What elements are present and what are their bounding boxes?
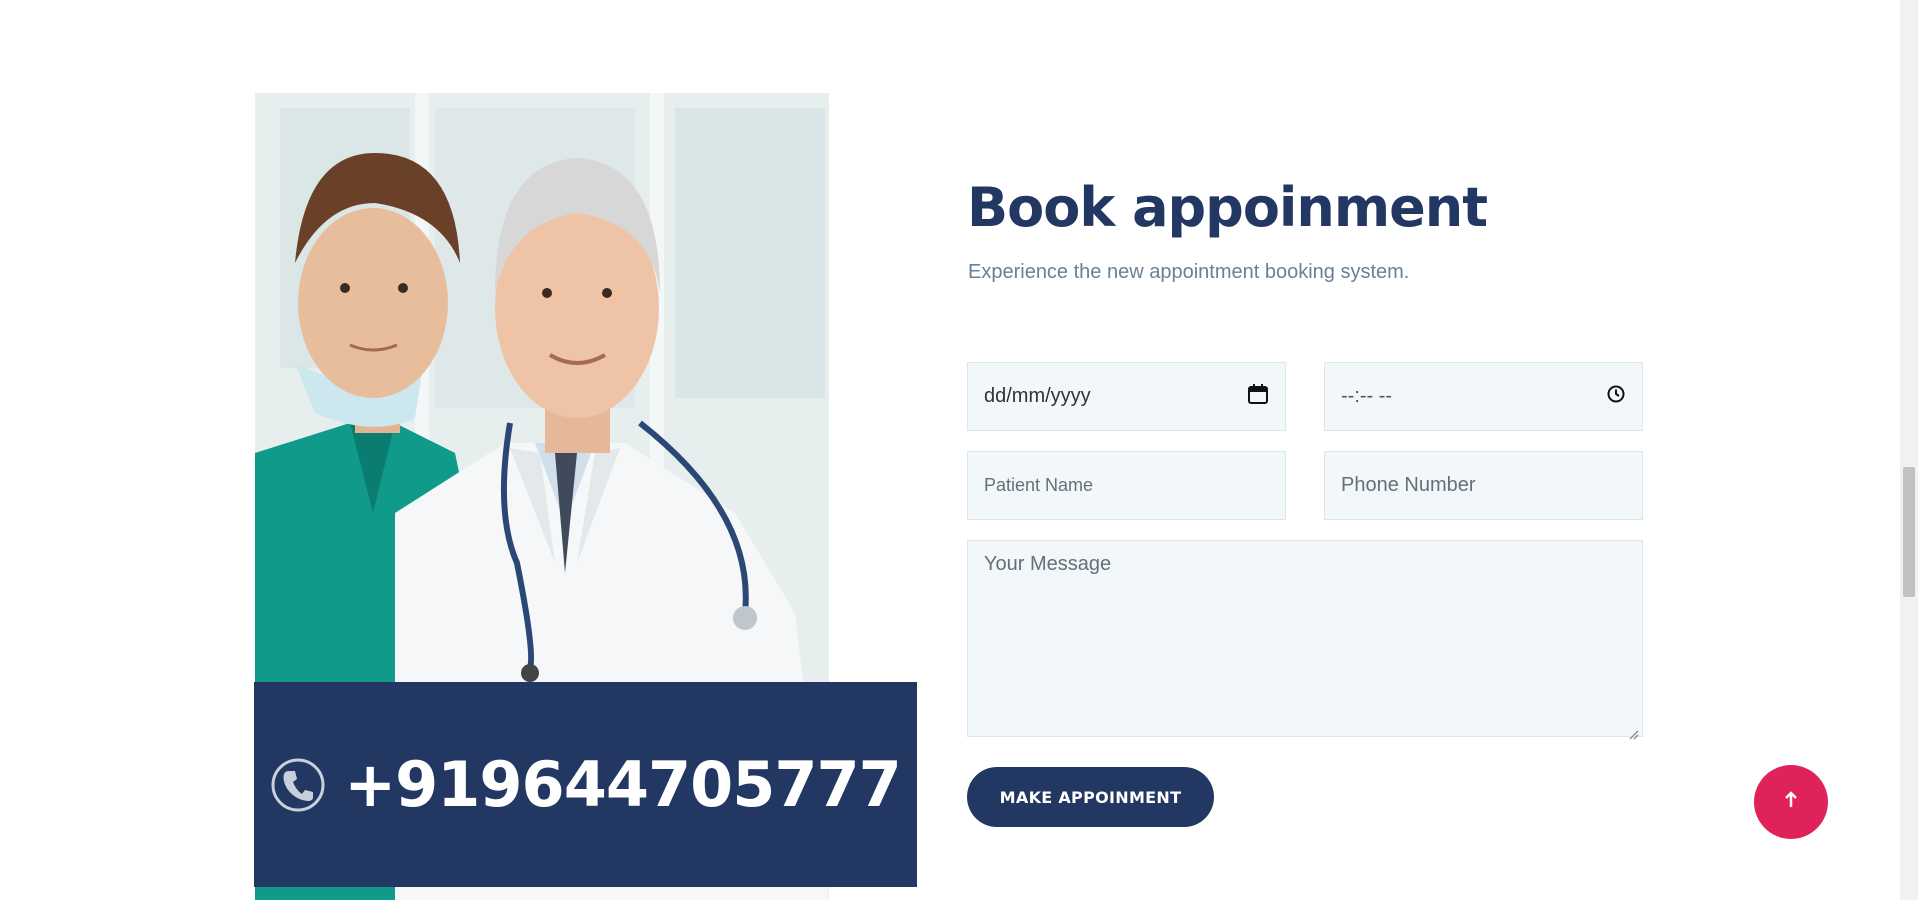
patient-name-placeholder: Patient Name (984, 475, 1094, 495)
phone-number-placeholder: Phone Number (1341, 474, 1476, 496)
date-placeholder: dd/mm/yyyy (984, 385, 1091, 407)
phone-icon (270, 757, 326, 813)
phone-banner: +919644705777 (254, 682, 917, 887)
message-textarea[interactable]: Your Message (967, 540, 1643, 740)
time-input[interactable]: --:-- -- (1324, 362, 1643, 431)
page-subtitle: Experience the new appointment booking s… (968, 261, 1410, 283)
resize-grip-icon[interactable] (1629, 723, 1639, 740)
time-placeholder: --:-- -- (1341, 385, 1393, 407)
phone-number[interactable]: +919644705777 (344, 748, 902, 821)
message-placeholder: Your Message (984, 553, 1112, 575)
phone-number-input[interactable]: Phone Number (1324, 451, 1643, 520)
patient-name-input[interactable]: Patient Name (967, 451, 1286, 520)
arrow-up-icon (1784, 788, 1798, 816)
date-input[interactable]: dd/mm/yyyy (967, 362, 1286, 431)
scrollbar-thumb[interactable] (1903, 467, 1915, 597)
appointment-section: +919644705777 Book appoinment Experience… (0, 0, 1918, 900)
page-scrollbar[interactable] (1900, 0, 1918, 900)
make-appointment-button[interactable]: MAKE APPOINMENT (967, 767, 1214, 827)
clock-icon[interactable] (1606, 384, 1626, 410)
calendar-icon[interactable] (1247, 383, 1269, 411)
scroll-top-button[interactable] (1754, 765, 1828, 839)
page-title: Book appoinment (967, 176, 1488, 239)
